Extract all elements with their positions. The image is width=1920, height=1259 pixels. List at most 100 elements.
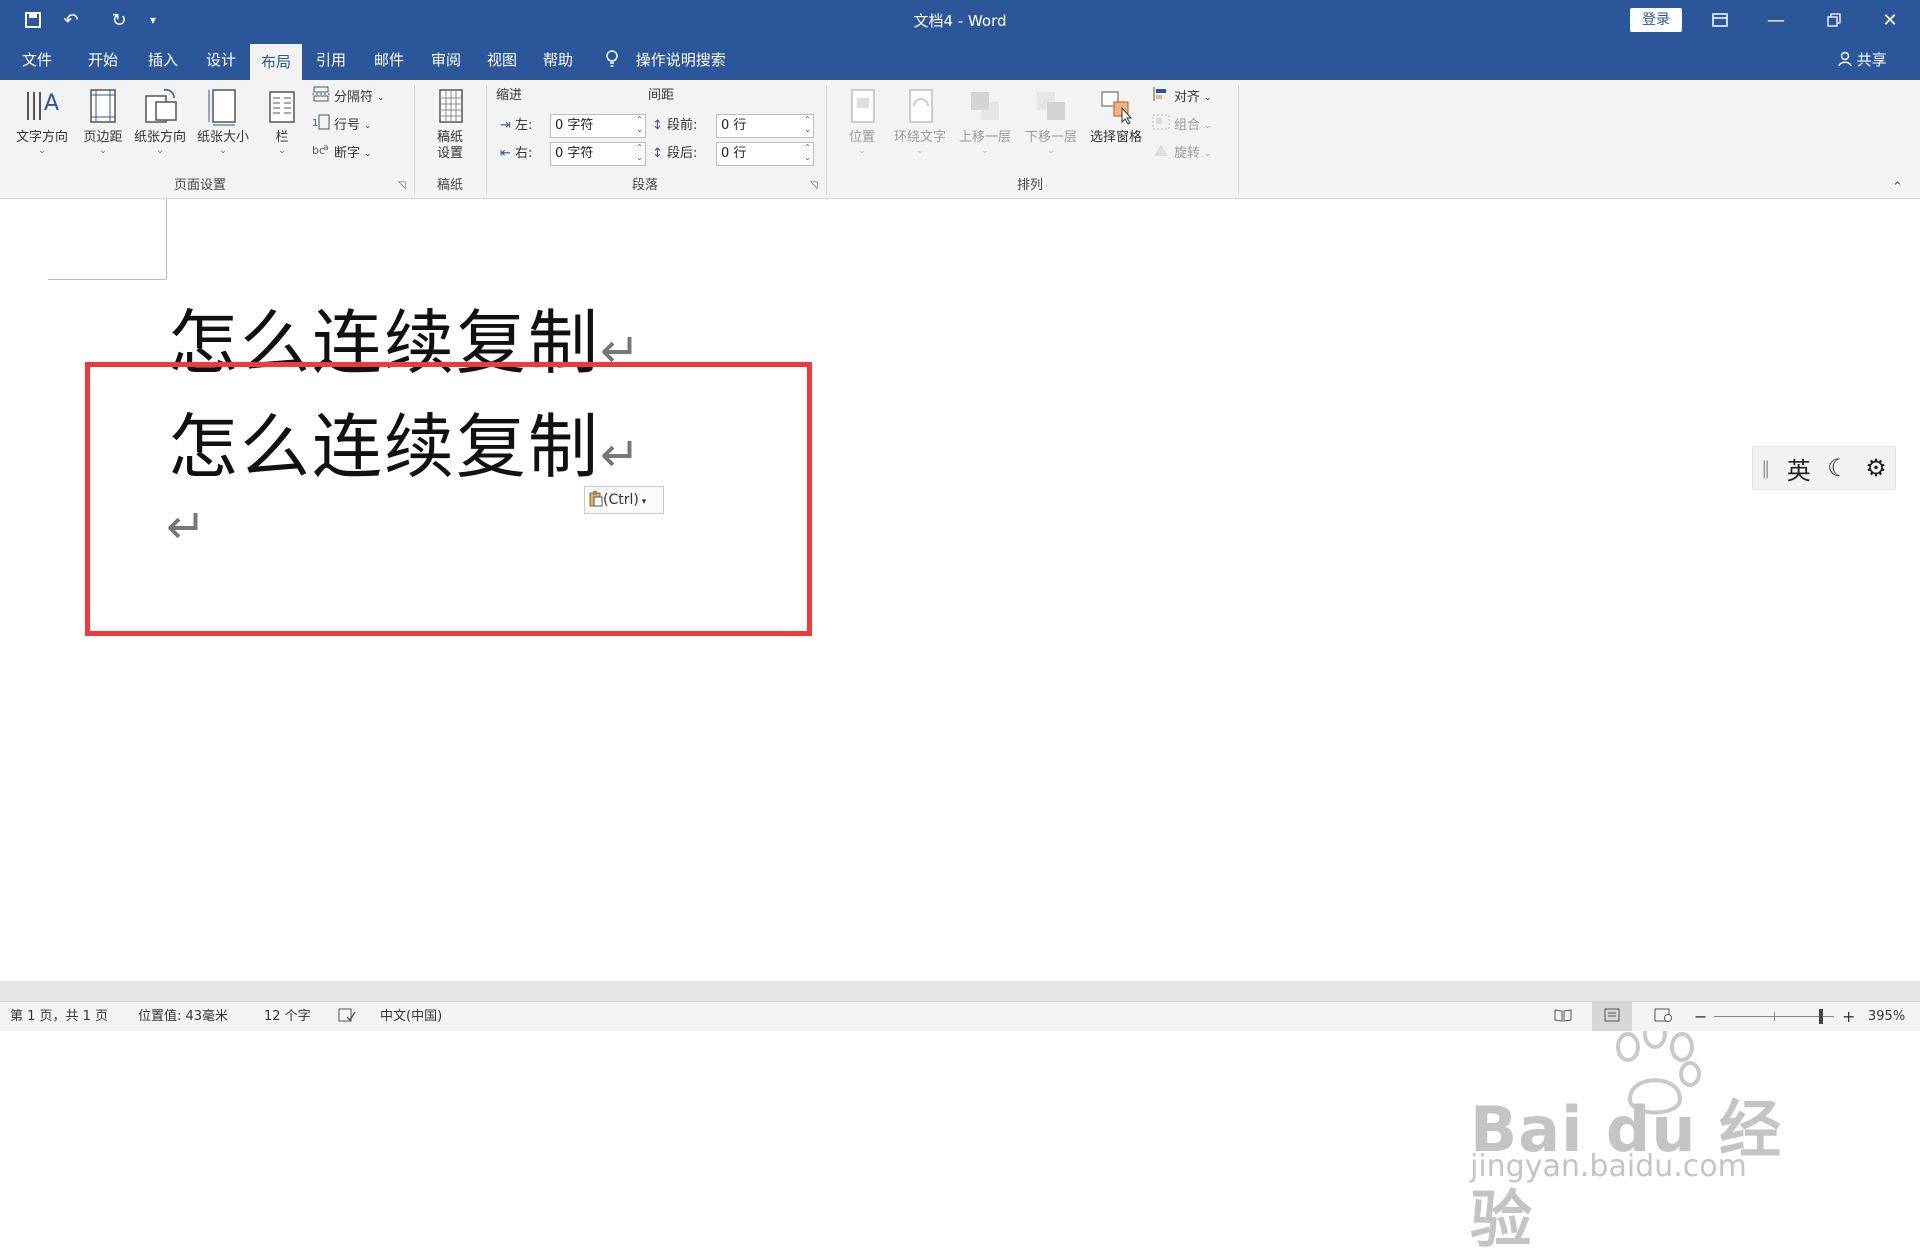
login-button[interactable]: 登录	[1630, 8, 1682, 32]
drag-handle-icon[interactable]: ‖	[1761, 458, 1770, 479]
svg-text:a: a	[323, 143, 329, 153]
rotate-label: 旋转	[1174, 146, 1201, 161]
share-button[interactable]: 共享	[1838, 40, 1887, 80]
document-canvas[interactable]: 怎么连续复制↵ 怎么连续复制↵ ↵ (Ctrl) ▾ Bai du 经验 jin…	[0, 199, 1920, 1256]
align-button[interactable]: 对齐 ⌄	[1152, 86, 1212, 110]
proofing-icon[interactable]	[338, 1002, 356, 1031]
send-backward-button[interactable]: 下移一层 ⌄	[1018, 86, 1084, 176]
zoom-in-icon[interactable]: +	[1842, 1002, 1855, 1031]
orientation-button[interactable]: 纸张方向 ⌄	[130, 86, 190, 176]
line-numbers-button[interactable]: 1 行号 ⌄	[312, 114, 372, 138]
tab-help[interactable]: 帮助	[530, 40, 586, 80]
page-setup-group-label: 页面设置	[173, 178, 226, 193]
read-mode-icon[interactable]	[1554, 1002, 1572, 1031]
highlight-box	[85, 362, 812, 636]
indent-right-label: ⇤ 右:	[500, 146, 533, 161]
text-direction-label: 文字方向	[15, 130, 68, 145]
orientation-icon	[140, 86, 180, 126]
selection-pane-button[interactable]: 选择窗格	[1084, 86, 1148, 176]
orientation-label: 纸张方向	[133, 130, 186, 145]
columns-label: 栏	[275, 130, 289, 145]
collapse-ribbon-icon[interactable]: ⌃	[1892, 180, 1903, 195]
size-label: 纸张大小	[196, 130, 249, 145]
paste-options-label: (Ctrl)	[603, 492, 639, 508]
breaks-button[interactable]: 分隔符 ⌄	[312, 86, 385, 110]
breaks-icon	[312, 86, 330, 111]
clipboard-icon	[589, 491, 603, 508]
crop-mark	[48, 279, 166, 280]
crop-mark	[166, 199, 167, 279]
page-count[interactable]: 第 1 页，共 1 页	[10, 1002, 108, 1031]
text-direction-button[interactable]: A 文字方向 ⌄	[10, 86, 74, 176]
tab-references[interactable]: 引用	[302, 40, 360, 80]
columns-button[interactable]: 栏 ⌄	[262, 86, 302, 176]
ribbon: A 文字方向 ⌄ 页边距 ⌄ 纸张方向 ⌄ 纸张大小 ⌄ 栏 ⌄ 分隔符 ⌄ 1…	[0, 80, 1920, 199]
print-layout-icon[interactable]	[1592, 1002, 1632, 1031]
zoom-slider-thumb[interactable]	[1819, 1009, 1823, 1024]
indent-right-input[interactable]: 0 字符 ⌃ ⌄	[550, 142, 646, 166]
tab-design[interactable]: 设计	[192, 40, 250, 80]
tab-insert[interactable]: 插入	[134, 40, 192, 80]
page-setup-launcher-icon[interactable]: ◹	[398, 180, 406, 191]
tab-file[interactable]: 文件	[8, 40, 66, 80]
send-backward-label: 下移一层	[1024, 130, 1077, 145]
gear-icon[interactable]: ⚙	[1865, 454, 1887, 482]
spacing-after-icon: ↕	[652, 146, 663, 161]
tell-me-search[interactable]: 操作说明搜索	[605, 40, 726, 80]
align-label: 对齐	[1174, 90, 1201, 105]
word-count[interactable]: 12 个字	[264, 1002, 311, 1031]
restore-icon[interactable]	[1806, 0, 1862, 40]
web-layout-icon[interactable]	[1654, 1002, 1672, 1031]
horizontal-scroll-area[interactable]	[0, 981, 1920, 1001]
language-indicator[interactable]: 中文(中国)	[380, 1002, 442, 1031]
manuscript-setup-button[interactable]: 稿纸 设置	[424, 86, 476, 176]
selection-pane-label: 选择窗格	[1089, 130, 1142, 145]
rotate-button[interactable]: 旋转 ⌄	[1152, 142, 1212, 166]
indent-left-icon: ⇥	[500, 118, 511, 133]
spacing-after-input[interactable]: 0 行 ⌃ ⌄	[716, 142, 814, 166]
selection-pane-icon	[1096, 86, 1136, 126]
ime-language-toggle[interactable]: 英	[1787, 451, 1811, 486]
paragraph-launcher-icon[interactable]: ◹	[810, 180, 818, 191]
hyphenation-button[interactable]: bc a 断字 ⌄	[312, 142, 372, 166]
status-bar: 第 1 页，共 1 页 位置值: 43毫米 12 个字 中文(中国) − + 3…	[0, 1001, 1920, 1031]
title-bar: ↶ ↻ ▾ 文档4 - Word 登录 — ✕	[0, 0, 1920, 40]
tab-review[interactable]: 审阅	[418, 40, 474, 80]
minimize-icon[interactable]: —	[1748, 0, 1804, 40]
position-label: 位置	[848, 130, 875, 145]
zoom-out-icon[interactable]: −	[1694, 1002, 1707, 1031]
indent-label: 缩进	[496, 88, 523, 103]
ribbon-display-icon[interactable]	[1692, 0, 1748, 40]
svg-text:1: 1	[312, 118, 318, 129]
tab-mailings[interactable]: 邮件	[360, 40, 418, 80]
svg-text:A: A	[44, 91, 59, 116]
lightbulb-icon	[605, 50, 624, 69]
tab-layout[interactable]: 布局	[250, 44, 302, 80]
wrap-text-icon	[900, 86, 940, 126]
moon-icon[interactable]: ☾	[1827, 454, 1849, 482]
manuscript-icon	[430, 86, 470, 126]
close-icon[interactable]: ✕	[1862, 0, 1918, 40]
line-numbers-icon: 1	[312, 114, 330, 139]
spacing-label: 间距	[648, 88, 675, 103]
zoom-level[interactable]: 395%	[1868, 1002, 1905, 1031]
bring-forward-button[interactable]: 上移一层 ⌄	[952, 86, 1018, 176]
wrap-text-label: 环绕文字	[893, 130, 946, 145]
paste-options-button[interactable]: (Ctrl) ▾	[584, 486, 664, 514]
share-label: 共享	[1856, 51, 1887, 69]
hyphenation-label: 断字	[334, 146, 361, 161]
margins-button[interactable]: 页边距 ⌄	[76, 86, 130, 176]
tab-view[interactable]: 视图	[474, 40, 530, 80]
manuscript-setup-label-2: 设置	[436, 146, 463, 161]
group-button[interactable]: 组合 ⌄	[1152, 114, 1212, 138]
size-button[interactable]: 纸张大小 ⌄	[192, 86, 254, 176]
wrap-text-button[interactable]: 环绕文字 ⌄	[888, 86, 952, 176]
indent-left-input[interactable]: 0 字符 ⌃ ⌄	[550, 114, 646, 138]
tab-home[interactable]: 开始	[72, 40, 134, 80]
watermark: Bai du 经验 jingyan.baidu.com	[1470, 1019, 1830, 1256]
spacing-before-input[interactable]: 0 行 ⌃ ⌄	[716, 114, 814, 138]
send-backward-icon	[1031, 86, 1071, 126]
align-icon	[1152, 86, 1170, 111]
position-button[interactable]: 位置 ⌄	[836, 86, 888, 176]
position-value: 位置值: 43毫米	[138, 1009, 229, 1024]
